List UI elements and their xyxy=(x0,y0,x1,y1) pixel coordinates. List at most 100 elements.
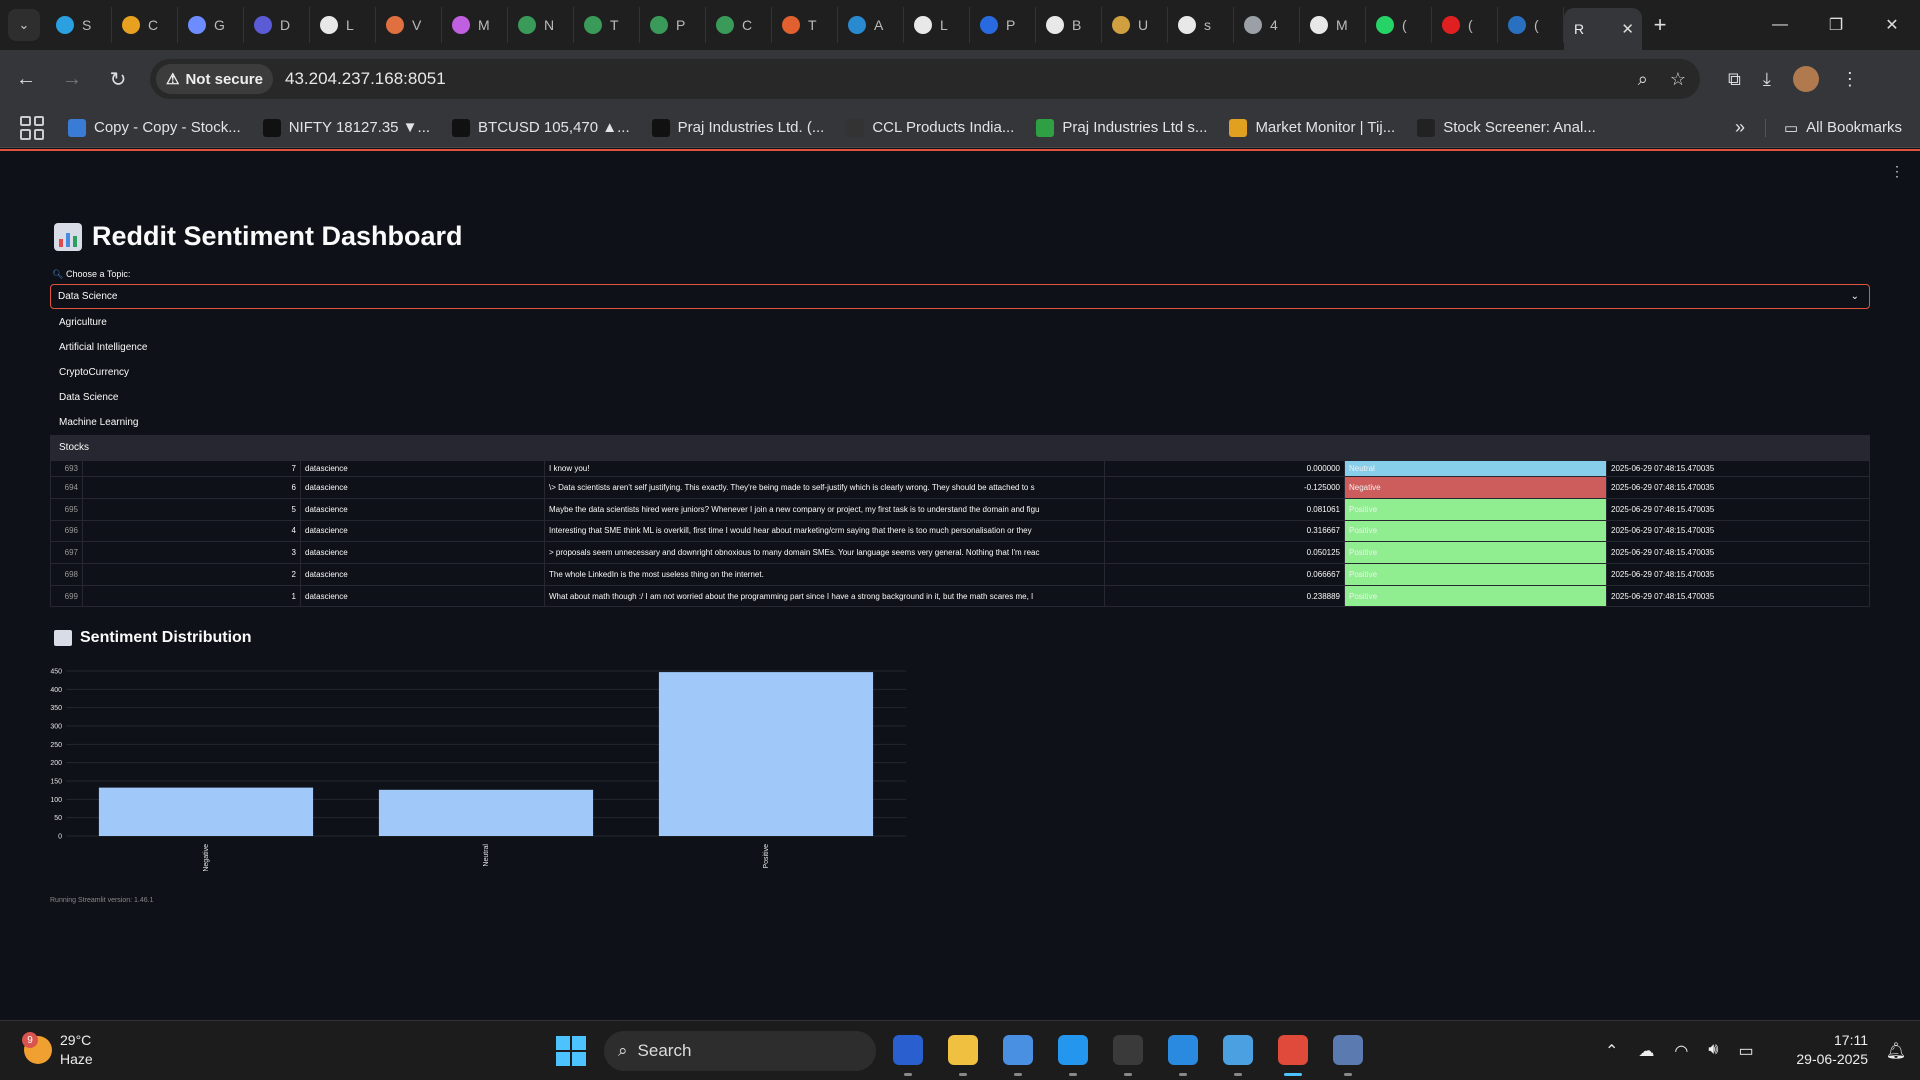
table-row[interactable]: 696 4 datascience Interesting that SME thin… xyxy=(51,520,1869,543)
chrome-icon[interactable] xyxy=(1278,1035,1308,1065)
sentiment-cell[interactable]: Positive xyxy=(1345,520,1607,542)
postgres-icon[interactable] xyxy=(1333,1035,1363,1065)
topic-option[interactable]: Stocks xyxy=(50,435,1870,460)
bookmark-star-icon[interactable]: ☆ xyxy=(1670,69,1686,90)
bookmark-item[interactable]: Market Monitor | Tij... xyxy=(1229,118,1395,137)
tab[interactable]: C xyxy=(706,7,772,43)
tab[interactable]: U xyxy=(1102,7,1168,43)
timestamp-cell[interactable]: 2025-06-29 07:48:15.470035 xyxy=(1607,521,1869,542)
timestamp-cell[interactable]: 2025-06-29 07:48:15.470035 xyxy=(1607,461,1869,476)
table-row[interactable]: 697 3 datascience > proposals seem unnecess… xyxy=(51,542,1869,565)
bar-neutral[interactable] xyxy=(378,789,594,836)
bar-negative[interactable] xyxy=(98,787,314,836)
sentiment-cell[interactable]: Positive xyxy=(1345,564,1607,585)
file-explorer-icon[interactable] xyxy=(948,1035,978,1065)
bookmark-item[interactable]: NIFTY 18127.35 ▼... xyxy=(262,118,430,137)
score-cell[interactable]: 0.081061 xyxy=(1105,498,1345,520)
table-row[interactable]: 698 2 datascience The whole LinkedIn is the… xyxy=(51,564,1869,586)
close-window-button[interactable]: ✕ xyxy=(1864,0,1920,50)
row-number[interactable]: 3 xyxy=(83,542,301,564)
menu-kebab-icon[interactable]: ⋮ xyxy=(1841,69,1859,90)
zoom-icon[interactable]: ⌕ xyxy=(1638,69,1648,90)
table-row[interactable]: 693 7 datascience I know you! 0.000000 Neutra… xyxy=(51,461,1869,477)
table-row[interactable]: 694 6 datascience \> Data scientists aren't… xyxy=(51,477,1869,499)
start-windows-icon[interactable] xyxy=(556,1036,586,1066)
taskbar-search[interactable]: ⌕ Search xyxy=(604,1031,876,1071)
tab[interactable]: B xyxy=(1036,7,1102,43)
topic-option[interactable]: Machine Learning xyxy=(50,410,1870,435)
tab[interactable]: N xyxy=(508,7,574,43)
bookmarks-overflow-icon[interactable]: » xyxy=(1735,117,1745,138)
tab[interactable]: V xyxy=(376,7,442,43)
topic-option[interactable]: Artificial Intelligence xyxy=(50,335,1870,360)
subreddit-cell[interactable]: datascience xyxy=(301,542,545,564)
sentiment-cell[interactable]: Negative xyxy=(1345,477,1607,498)
back-button[interactable]: ← xyxy=(6,59,46,99)
comment-text-cell[interactable]: Maybe the data scientists hired were jun… xyxy=(545,498,1105,520)
table-row[interactable]: 699 1 datascience What about math though :/… xyxy=(51,585,1869,606)
topic-option[interactable]: Agriculture xyxy=(50,310,1870,335)
score-cell[interactable]: 0.050125 xyxy=(1105,542,1345,564)
bar-positive[interactable] xyxy=(658,672,874,836)
topic-select[interactable]: Data Science ⌄ xyxy=(50,284,1870,309)
battery-icon[interactable]: ▭ xyxy=(1738,1041,1753,1061)
subreddit-cell[interactable]: datascience xyxy=(301,520,545,542)
tab[interactable]: S xyxy=(46,7,112,43)
row-index[interactable]: 696 xyxy=(51,520,83,542)
row-number[interactable]: 4 xyxy=(83,520,301,542)
notepad-icon[interactable] xyxy=(1223,1035,1253,1065)
bookmark-item[interactable]: Praj Industries Ltd s... xyxy=(1036,118,1207,137)
row-index[interactable]: 694 xyxy=(51,477,83,498)
url-text[interactable]: 43.204.237.168:8051 xyxy=(285,69,446,89)
comment-text-cell[interactable]: I know you! xyxy=(545,461,1105,476)
tab[interactable]: G xyxy=(178,7,244,43)
tab[interactable]: T xyxy=(574,7,640,43)
table-row[interactable]: 695 5 datascience Maybe the data scientists… xyxy=(51,498,1869,521)
tab[interactable]: s xyxy=(1168,7,1234,43)
row-index[interactable]: 698 xyxy=(51,564,83,585)
tab[interactable]: A xyxy=(838,7,904,43)
comment-text-cell[interactable]: > proposals seem unnecessary and downrig… xyxy=(545,542,1105,564)
row-index[interactable]: 693 xyxy=(51,461,83,476)
comment-text-cell[interactable]: \> Data scientists aren't self justifyin… xyxy=(545,477,1105,498)
timestamp-cell[interactable]: 2025-06-29 07:48:15.470035 xyxy=(1607,564,1869,585)
tab[interactable]: D xyxy=(244,7,310,43)
subreddit-cell[interactable]: datascience xyxy=(301,498,545,520)
tab[interactable]: M xyxy=(442,7,508,43)
timestamp-cell[interactable]: 2025-06-29 07:48:15.470035 xyxy=(1607,542,1869,563)
row-number[interactable]: 7 xyxy=(83,461,301,476)
comments-table[interactable]: 693 7 datascience I know you! 0.000000 Neutra… xyxy=(50,460,1870,607)
app-menu-icon[interactable]: ⋮ xyxy=(1890,163,1904,180)
timestamp-cell[interactable]: 2025-06-29 07:48:15.470035 xyxy=(1607,586,1869,606)
tab[interactable]: L xyxy=(904,7,970,43)
row-number[interactable]: 1 xyxy=(83,585,301,606)
score-cell[interactable]: 0.066667 xyxy=(1105,564,1345,585)
apps-grid-icon[interactable] xyxy=(20,115,44,140)
bookmark-item[interactable]: BTCUSD 105,470 ▲... xyxy=(452,118,630,137)
new-tab-button[interactable]: + xyxy=(1642,12,1678,38)
row-index[interactable]: 697 xyxy=(51,542,83,564)
subreddit-cell[interactable]: datascience xyxy=(301,564,545,585)
topic-option[interactable]: Data Science xyxy=(50,385,1870,410)
tab[interactable]: C xyxy=(112,7,178,43)
tab[interactable]: M xyxy=(1300,7,1366,43)
docker-icon[interactable] xyxy=(1058,1035,1088,1065)
sentiment-cell[interactable]: Positive xyxy=(1345,585,1607,606)
taskbar-clock[interactable]: 17:11 29-06-2025 xyxy=(1796,1031,1868,1069)
row-number[interactable]: 6 xyxy=(83,477,301,498)
row-index[interactable]: 695 xyxy=(51,498,83,520)
tab-active[interactable]: R ✕ xyxy=(1564,8,1642,50)
subreddit-cell[interactable]: datascience xyxy=(301,477,545,498)
security-chip[interactable]: ⚠ Not secure xyxy=(156,64,273,94)
profile-avatar[interactable] xyxy=(1792,66,1819,92)
subreddit-cell[interactable]: datascience xyxy=(301,585,545,606)
chrome-profile-icon[interactable] xyxy=(1003,1035,1033,1065)
bookmark-item[interactable]: Praj Industries Ltd. (... xyxy=(651,118,824,137)
score-cell[interactable]: 0.000000 xyxy=(1105,461,1345,476)
sentiment-cell[interactable]: Neutral xyxy=(1345,461,1607,476)
bookmark-item[interactable]: Stock Screener: Anal... xyxy=(1417,118,1596,137)
close-tab-icon[interactable]: ✕ xyxy=(1621,20,1634,38)
score-cell[interactable]: -0.125000 xyxy=(1105,477,1345,498)
tab[interactable]: P xyxy=(970,7,1036,43)
bookmark-item[interactable]: Copy - Copy - Stock... xyxy=(68,118,241,137)
